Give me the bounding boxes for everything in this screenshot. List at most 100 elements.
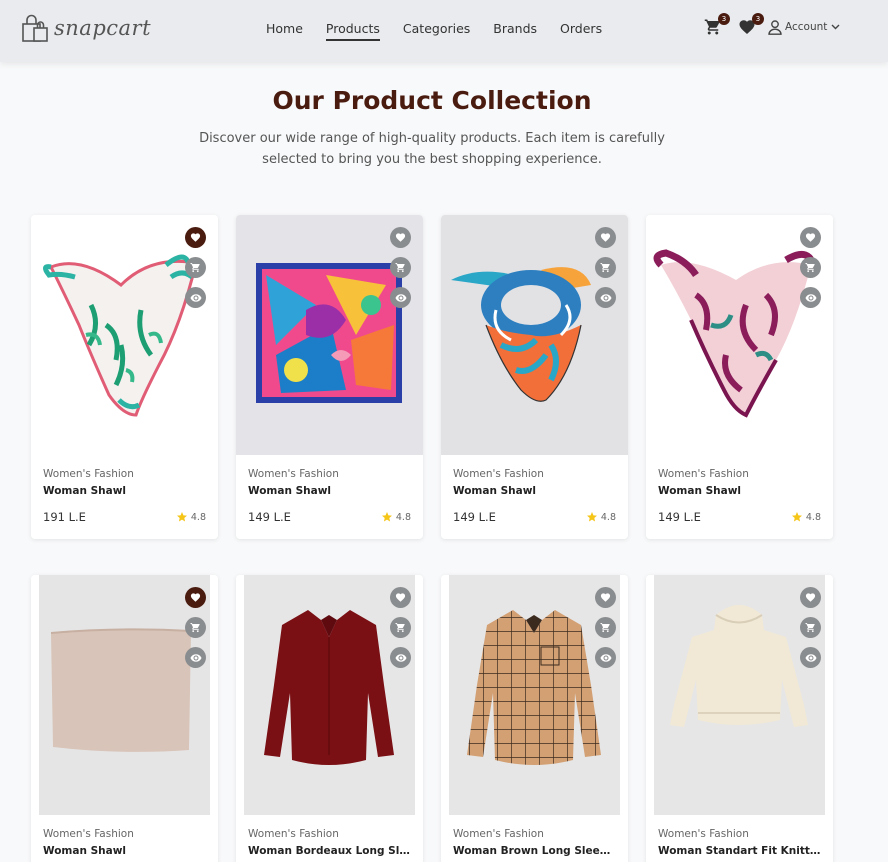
product-image[interactable] [31,215,218,455]
brand-logo[interactable]: snapcart [20,12,151,44]
product-image[interactable] [646,575,833,815]
brand-name: snapcart [54,16,152,40]
product-image[interactable] [31,575,218,815]
product-actions [595,227,616,317]
cart-icon [190,622,200,633]
product-price: 191 L.E [43,510,86,524]
product-card[interactable]: Women's Fashion Woman Standart Fit Knitt… [646,575,833,862]
nav-link-orders[interactable]: Orders [560,21,602,41]
heart-icon [190,593,201,602]
add-to-cart-button[interactable] [595,257,616,278]
add-to-cart-button[interactable] [185,257,206,278]
add-to-wishlist-button[interactable] [595,587,616,608]
wishlist-button[interactable]: 3 [738,13,764,36]
product-actions [185,227,206,317]
product-actions [800,587,821,677]
product-name[interactable]: Woman Brown Long Sleeve... [453,845,616,857]
add-to-cart-button[interactable] [800,617,821,638]
product-grid: Women's Fashion Woman Shawl 191 L.E 4.8 [31,215,833,862]
add-to-cart-button[interactable] [595,617,616,638]
product-category: Women's Fashion [43,468,134,480]
product-image[interactable] [236,215,423,455]
add-to-cart-button[interactable] [390,617,411,638]
nav-link-home[interactable]: Home [266,21,303,41]
heart-icon [805,593,816,602]
star-icon [791,512,802,522]
nav-link-brands[interactable]: Brands [493,21,537,41]
quick-view-button[interactable] [390,287,411,308]
add-to-wishlist-button[interactable] [800,587,821,608]
product-name[interactable]: Woman Shawl [248,485,411,497]
nav-actions: 3 3 Account [704,13,840,36]
product-category: Women's Fashion [453,828,544,840]
add-to-wishlist-button[interactable] [185,227,206,248]
quick-view-button[interactable] [800,287,821,308]
quick-view-button[interactable] [185,287,206,308]
product-name[interactable]: Woman Shawl [658,485,821,497]
add-to-wishlist-button[interactable] [595,227,616,248]
main-nav-links: Home Products Categories Brands Orders [266,21,625,41]
add-to-cart-button[interactable] [185,617,206,638]
product-actions [595,587,616,677]
product-category: Women's Fashion [658,468,749,480]
product-category: Women's Fashion [248,468,339,480]
quick-view-button[interactable] [595,287,616,308]
rating-value: 4.8 [805,511,821,523]
quick-view-button[interactable] [390,647,411,668]
product-card[interactable]: Women's Fashion Woman Brown Long Sleeve.… [441,575,628,862]
quick-view-button[interactable] [185,647,206,668]
heart-icon [395,233,406,242]
product-rating: 4.8 [791,511,821,523]
cart-icon [805,622,815,633]
product-rating: 4.8 [381,511,411,523]
product-image[interactable] [441,215,628,455]
rating-value: 4.8 [600,511,616,523]
product-image[interactable] [441,575,628,815]
eye-icon [395,293,406,302]
eye-icon [805,293,816,302]
heart-icon [395,593,406,602]
product-card[interactable]: Women's Fashion Woman Shawl 149 L.E 4.8 [236,215,423,539]
cart-icon [600,262,610,273]
product-image[interactable] [646,215,833,455]
quick-view-button[interactable] [800,647,821,668]
add-to-wishlist-button[interactable] [390,227,411,248]
eye-icon [600,653,611,662]
add-to-cart-button[interactable] [800,257,821,278]
product-actions [390,587,411,677]
product-rating: 4.8 [176,511,206,523]
product-card[interactable]: Women's Fashion Woman Shawl [31,575,218,862]
product-card[interactable]: Women's Fashion Woman Bordeaux Long Slee… [236,575,423,862]
quick-view-button[interactable] [595,647,616,668]
product-card[interactable]: Women's Fashion Woman Shawl 191 L.E 4.8 [31,215,218,539]
product-actions [390,227,411,317]
chevron-down-icon [831,24,840,30]
heart-icon [190,233,201,242]
add-to-wishlist-button[interactable] [800,227,821,248]
heart-icon [600,233,611,242]
product-name[interactable]: Woman Shawl [453,485,616,497]
product-rating: 4.8 [586,511,616,523]
product-card[interactable]: Women's Fashion Woman Shawl 149 L.E 4.8 [441,215,628,539]
product-card[interactable]: Women's Fashion Woman Shawl 149 L.E 4.8 [646,215,833,539]
product-name[interactable]: Woman Shawl [43,845,206,857]
page-title: Our Product Collection [272,86,592,115]
nav-link-products[interactable]: Products [325,21,380,41]
product-category: Women's Fashion [43,828,134,840]
add-to-wishlist-button[interactable] [185,587,206,608]
cart-icon [395,622,405,633]
cart-icon [805,262,815,273]
eye-icon [600,293,611,302]
wishlist-count-badge: 3 [752,13,764,25]
nav-link-categories[interactable]: Categories [403,21,470,41]
add-to-wishlist-button[interactable] [390,587,411,608]
heart-icon [805,233,816,242]
account-dropdown[interactable]: Account [768,19,840,35]
product-image[interactable] [236,575,423,815]
product-name[interactable]: Woman Standart Fit Knitted... [658,845,821,857]
cart-button[interactable]: 3 [704,13,730,36]
add-to-cart-button[interactable] [390,257,411,278]
product-name[interactable]: Woman Shawl [43,485,206,497]
eye-icon [190,653,201,662]
product-name[interactable]: Woman Bordeaux Long Sleeve... [248,845,411,857]
